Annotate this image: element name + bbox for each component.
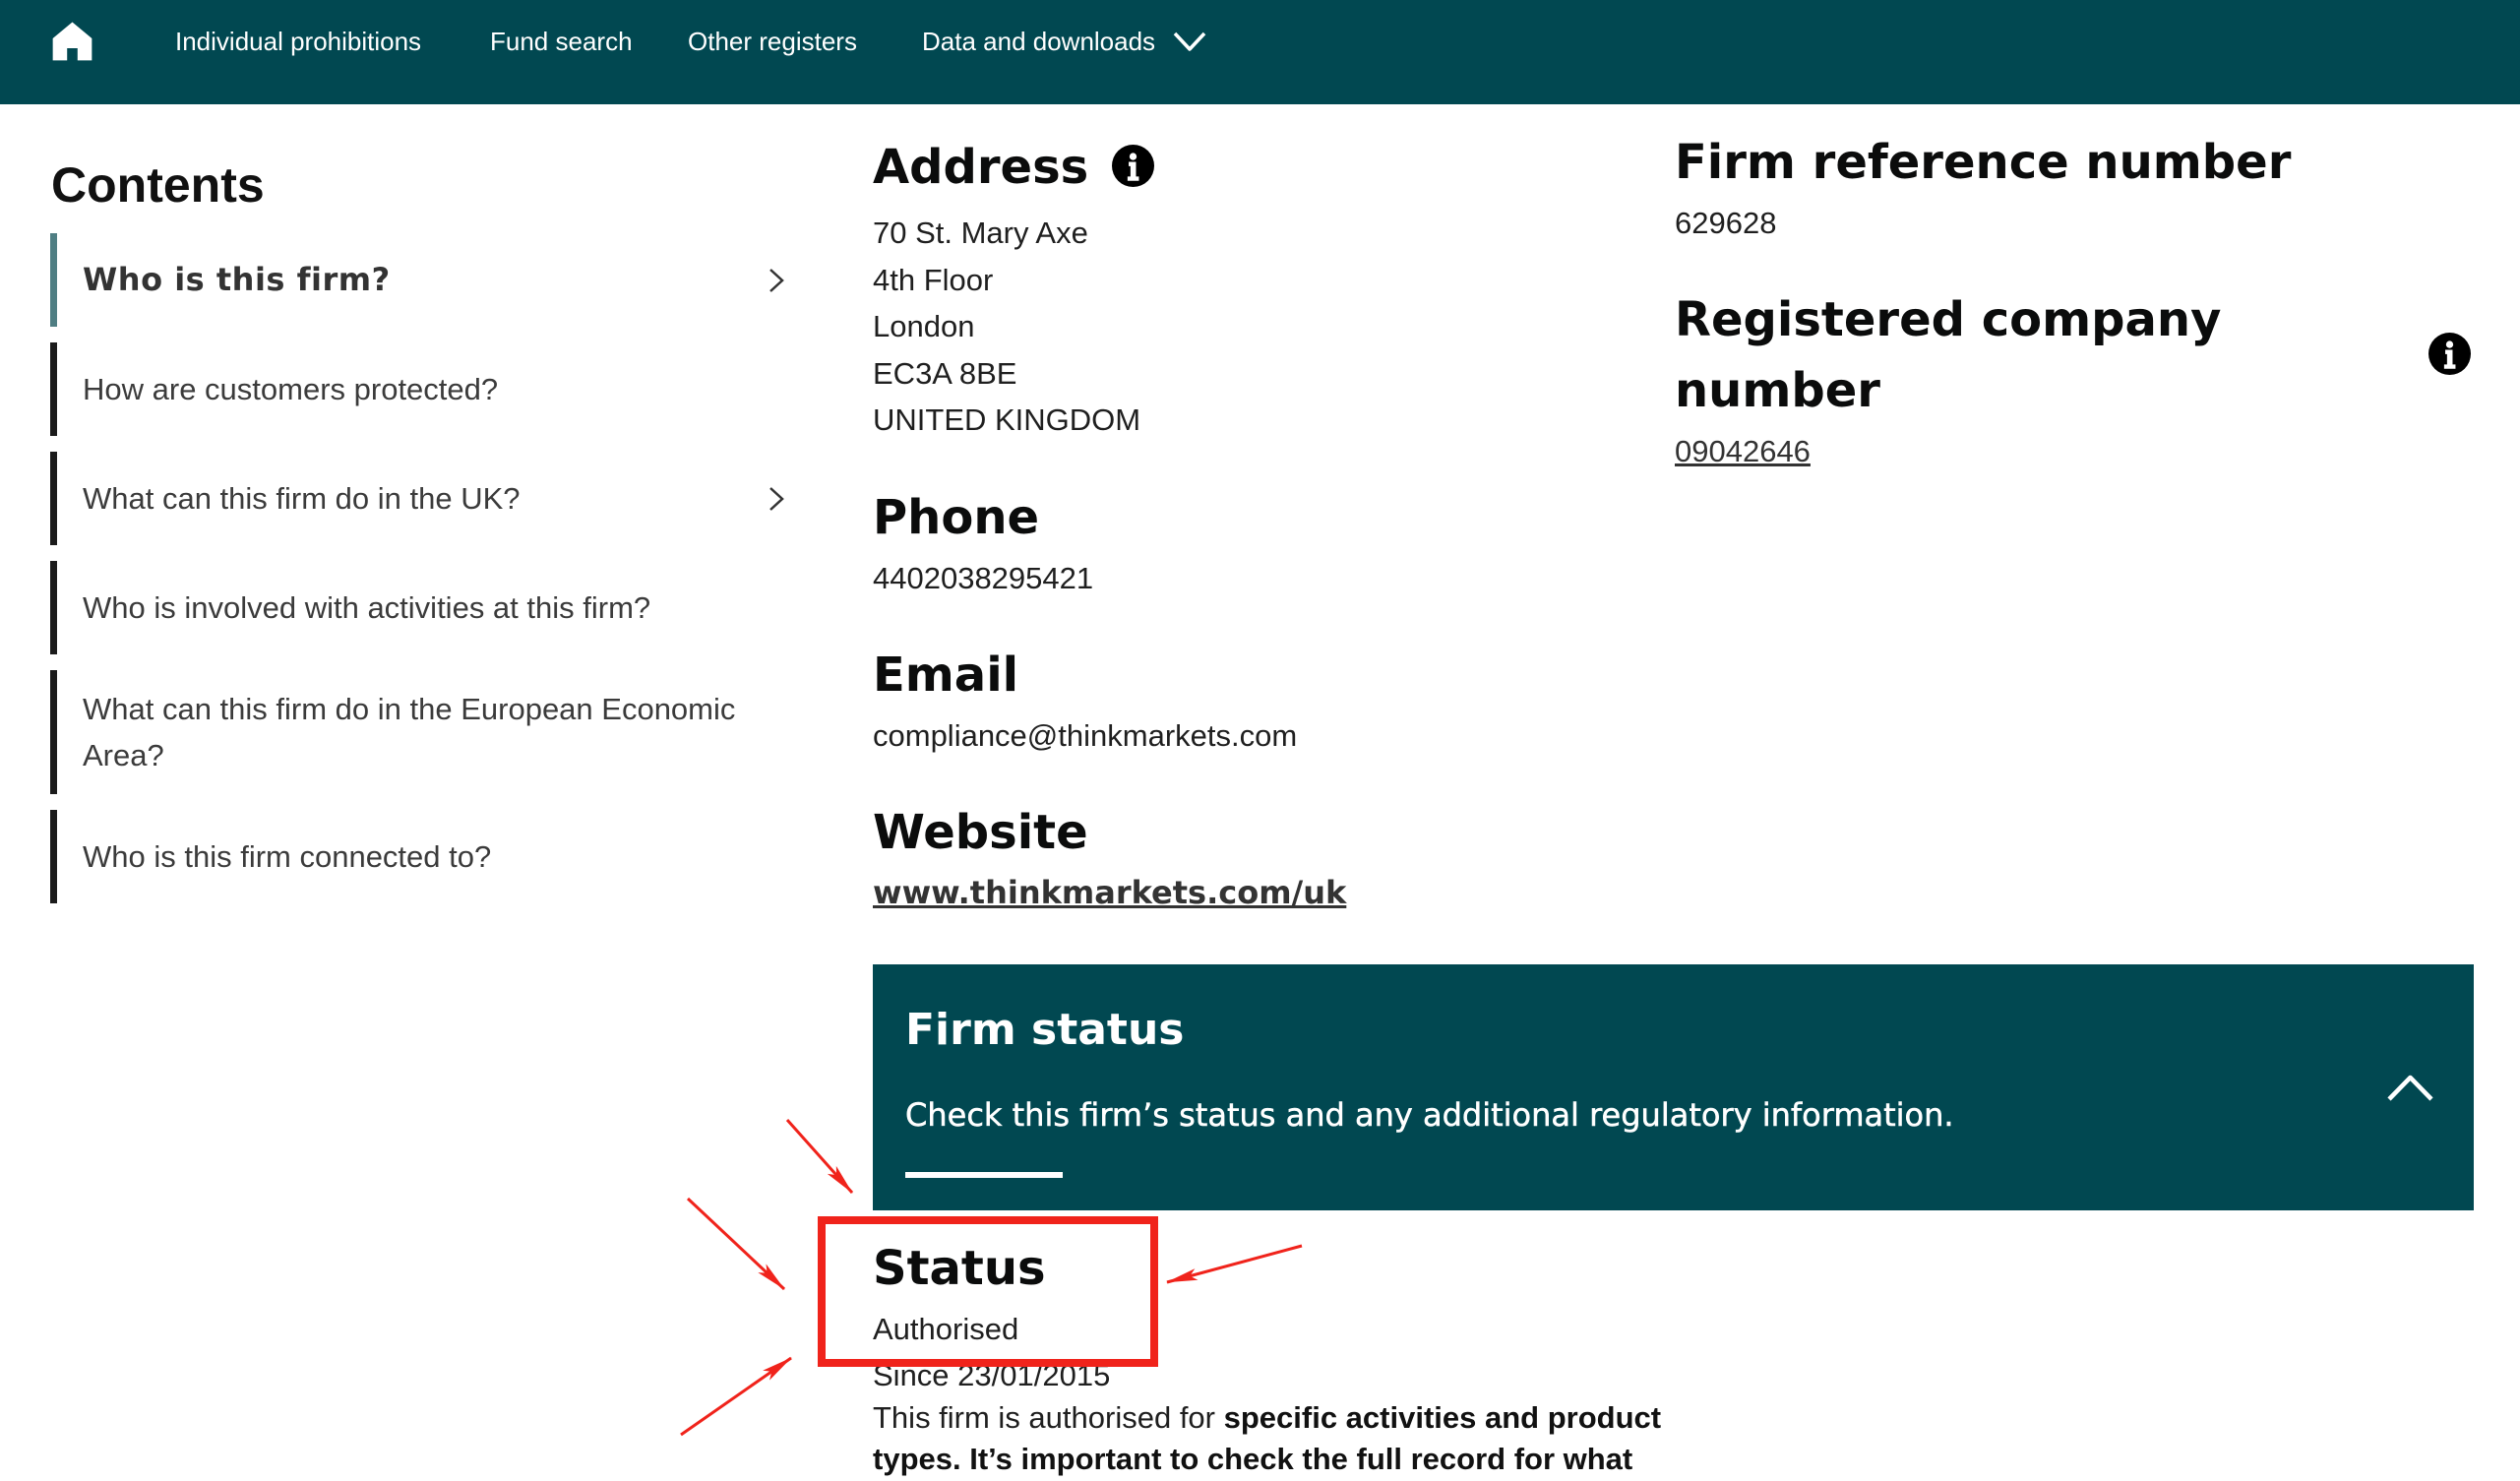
address-lines: 70 St. Mary Axe 4th Floor London EC3A 8B… [873,210,1140,444]
info-icon[interactable] [1112,145,1154,187]
sidebar-item-label: What can this firm do in the UK? [83,481,521,516]
firm-status-description: Check this firm’s status and any additio… [905,1096,1954,1135]
sidebar-item-label: What can this firm do in the European Ec… [83,692,736,772]
status-description: This firm is authorised for specific act… [873,1397,1680,1480]
firm-status-panel[interactable]: Firm status Check this firm’s status and… [873,964,2474,1210]
sidebar-item-individuals[interactable]: Who is involved with activities at this … [50,561,795,654]
address-heading: Address [873,140,1089,195]
home-icon[interactable] [51,20,93,62]
address-line: London [873,309,975,343]
chevron-down-icon [1173,31,1206,51]
nav-other-registers[interactable]: Other registers [688,22,857,61]
nav-data-and-downloads-label: Data and downloads [922,27,1156,56]
address-line: UNITED KINGDOM [873,402,1141,437]
company-number-heading: Registered company number [1675,292,2222,418]
firm-reference-value: 629628 [1675,206,1777,240]
status-heading: Status [873,1241,1046,1296]
nav-data-and-downloads[interactable]: Data and downloads [922,22,1206,61]
firm-status-title: Firm status [905,1005,1185,1055]
sidebar-item-label: How are customers protected? [83,372,499,406]
sidebar-item-customer-protection[interactable]: How are customers protected? [50,342,795,436]
phone-value: 4402038295421 [873,561,1094,595]
nav-individual-prohibitions[interactable]: Individual prohibitions [175,22,421,61]
sidebar-item-connections[interactable]: Who is this firm connected to? [50,810,795,903]
email-heading: Email [873,648,1019,703]
phone-heading: Phone [873,490,1040,545]
contents-heading: Contents [51,157,265,213]
nav-fund-search[interactable]: Fund search [490,22,633,61]
info-icon[interactable] [2428,333,2471,375]
address-line: 70 St. Mary Axe [873,216,1088,250]
sidebar-item-eea-permissions[interactable]: What can this firm do in the European Ec… [50,670,795,794]
chevron-right-icon [769,268,784,292]
contents-list: Who is this firm? How are customers prot… [50,233,795,903]
website-heading: Website [873,805,1088,860]
status-since: Since 23/01/2015 [873,1358,1111,1392]
email-value: compliance@thinkmarkets.com [873,718,1298,753]
firm-status-underline [905,1172,1063,1178]
sidebar-item-label: Who is this firm connected to? [83,839,492,874]
chevron-right-icon [769,486,784,511]
status-description-text: This firm is authorised for [873,1400,1224,1435]
address-line: 4th Floor [873,262,994,297]
sidebar-item-label: Who is this firm? [83,261,391,298]
website-link[interactable]: www.thinkmarkets.com/uk [873,870,1346,916]
sidebar-item-who-is-this-firm[interactable]: Who is this firm? [50,233,795,327]
address-line: EC3A 8BE [873,355,1017,391]
annotation-arrow [1166,1244,1303,1284]
chevron-up-icon[interactable] [2386,1074,2434,1102]
firm-reference-heading: Firm reference number [1675,135,2292,190]
status-value: Authorised [873,1312,1019,1346]
sidebar-item-label: Who is involved with activities at this … [83,590,651,625]
company-number-link[interactable]: 09042646 [1675,428,1811,474]
annotation-arrow [686,1197,786,1291]
sidebar-item-uk-permissions[interactable]: What can this firm do in the UK? [50,452,795,545]
annotation-arrow [785,1119,854,1194]
annotation-arrow [680,1356,792,1437]
